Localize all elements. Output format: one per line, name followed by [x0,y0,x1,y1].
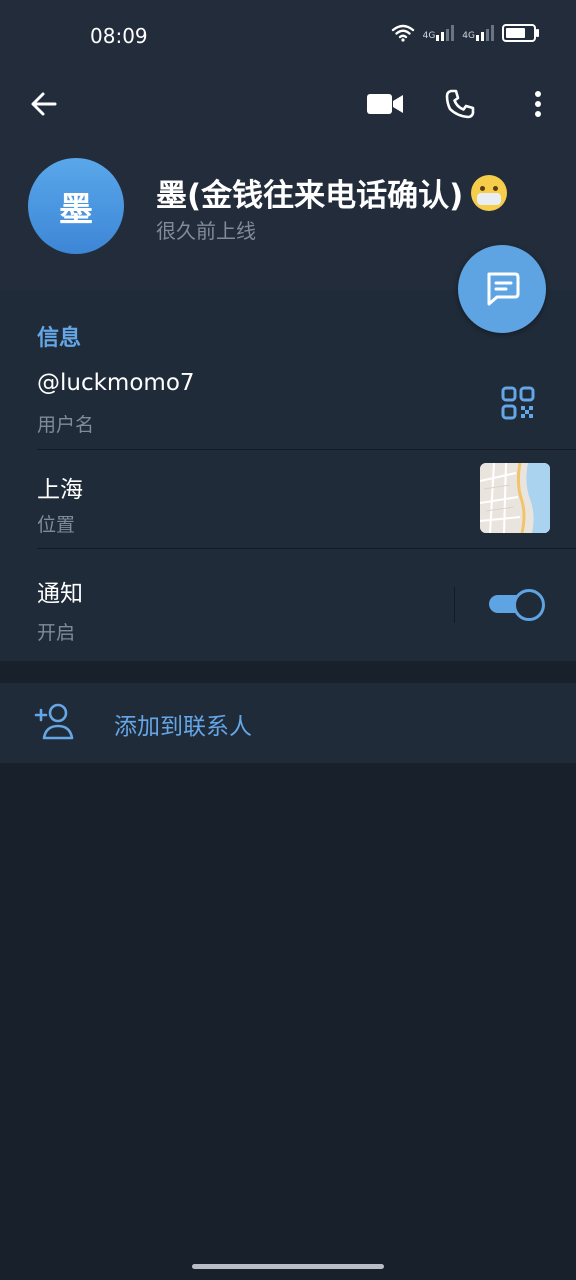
notifications-toggle[interactable] [487,588,545,621]
last-seen: 很久前上线 [156,219,256,243]
avatar[interactable]: 墨 [28,158,124,254]
status-icons: 4G 4G [391,24,539,42]
location-value[interactable]: 上海 [37,470,83,504]
signal-2: 4G [462,25,494,41]
divider [37,449,576,450]
profile-name: 墨(金钱往来电话确认) [156,170,508,215]
message-icon [487,272,520,306]
add-contact-row[interactable]: 添加到联系人 [0,683,576,763]
username-label: 用户名 [37,414,95,436]
section-title-info: 信息 [37,326,82,351]
network-type-1: 4G [422,31,436,41]
wifi-icon [391,24,414,42]
add-user-icon [34,703,74,740]
divider [37,548,576,549]
avatar-letter: 墨 [59,189,93,230]
home-indicator[interactable] [192,1264,384,1269]
phone-icon [445,89,475,119]
more-button[interactable] [524,86,552,122]
face-with-mask-icon [471,174,508,211]
call-button[interactable] [442,86,478,122]
signal-bars-icon [476,25,494,41]
map-icon [480,463,550,533]
video-call-button[interactable] [364,86,406,122]
video-camera-icon [367,94,403,114]
signal-bars-icon [436,25,455,41]
toggle-knob [513,589,545,621]
qr-code-button[interactable] [501,386,535,420]
status-time: 08:09 [90,24,148,48]
battery-icon [502,24,539,42]
message-button[interactable] [458,245,546,333]
divider [454,587,455,623]
map-thumbnail[interactable] [480,463,550,533]
battery-fill [506,28,525,38]
profile-name-text: 墨(金钱往来电话确认) [156,178,464,214]
qr-code-icon [501,386,535,420]
info-section: 信息 @luckmomo7 用户名 上海 位置 通知 开启 [0,290,576,661]
arrow-left-icon [31,92,57,116]
username-value[interactable]: @luckmomo7 [37,370,195,396]
network-type-2: 4G [462,31,475,41]
signal-1: 4G [423,25,455,41]
back-button[interactable] [26,86,62,122]
notifications-label[interactable]: 通知 [37,574,83,608]
more-vertical-icon [535,91,541,117]
notifications-status: 开启 [37,622,76,644]
add-contact-label: 添加到联系人 [114,714,252,740]
location-label: 位置 [37,514,76,536]
